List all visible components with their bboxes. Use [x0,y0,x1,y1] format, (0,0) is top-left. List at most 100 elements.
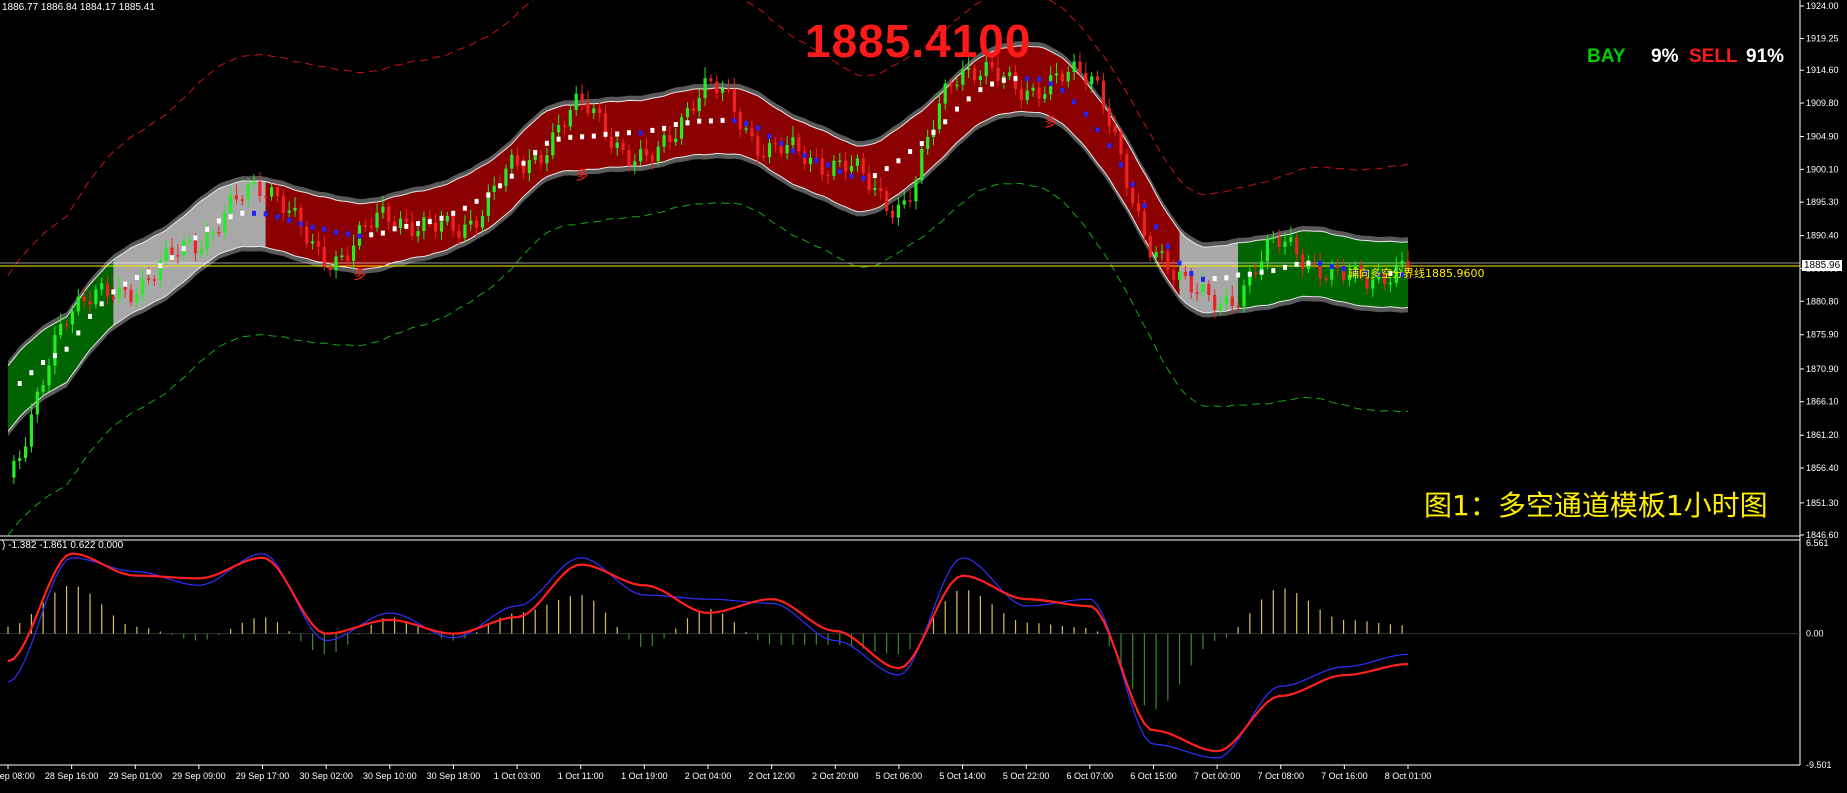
candle [322,246,326,267]
midline-marker [814,158,819,164]
candle [914,180,918,202]
trading-chart[interactable]: 多多多 1924.001919.251914.601909.801904.901… [0,0,1847,793]
candle [340,255,344,257]
candle [469,220,473,225]
macd-line [7,552,1409,753]
midline-marker [451,210,456,216]
midline-marker [1189,271,1194,276]
candle [943,83,947,104]
midline-marker [134,274,139,280]
candle [539,154,543,164]
candle [1072,61,1076,72]
midline-marker [638,130,643,136]
candle [170,247,174,256]
midline-marker [896,158,901,164]
candle [633,161,637,166]
midline-marker [158,263,163,269]
midline-marker [544,140,549,146]
candle [1265,238,1269,262]
midline-marker [521,160,526,166]
candle [188,240,192,242]
y-tick-label: 1919.25 [1806,33,1839,43]
candle [1125,154,1129,188]
candle [422,217,426,231]
midline-marker [275,214,280,220]
x-tick-label: 1 Oct 19:00 [621,771,668,781]
candle [1295,237,1299,255]
candle [844,160,848,172]
midline-marker [216,218,221,224]
midline-marker [603,131,608,137]
candle [978,75,982,80]
midline-marker [673,122,678,127]
x-tick-label: 28 Sep 08:00 [0,771,35,781]
midline-marker [556,136,561,142]
midline-marker [1271,268,1276,274]
midline-marker [1095,127,1100,133]
candle [1213,295,1217,310]
candle [41,385,45,392]
midline-marker [1306,260,1311,266]
current-price-display: 1885.4100 [805,15,1032,67]
candle [709,78,713,82]
candle [451,215,455,231]
candle [164,247,168,261]
candle [820,158,824,175]
midline-marker [1060,87,1065,93]
candle [352,245,356,261]
midline-marker [908,149,913,154]
candle [258,181,262,196]
candle [504,168,508,186]
candle [1107,107,1111,127]
midline-marker [205,226,210,232]
candle [1218,304,1223,311]
candle [35,391,39,415]
candle [1189,275,1193,293]
candle [416,231,420,237]
candle [627,150,631,166]
candle [885,191,889,211]
candle [270,187,274,197]
candle [369,225,373,228]
candle [926,137,930,149]
candle [756,136,760,156]
candle [1154,252,1158,258]
candle [328,266,332,271]
candle [1324,278,1328,280]
x-tick-label: 6 Oct 07:00 [1067,771,1114,781]
midline-marker [1072,99,1077,105]
midline-marker [732,118,737,124]
candle [533,154,537,161]
candle [445,215,449,222]
midline-marker [1119,162,1123,168]
y-tick-label: 1909.80 [1806,98,1839,108]
candle [826,174,830,177]
candle [1095,76,1100,81]
candle [1195,292,1199,294]
midline-marker [76,330,81,336]
candle [88,301,92,305]
midline-marker [779,140,784,146]
candle [580,93,584,102]
candle [773,143,777,145]
time-axis: 28 Sep 08:00 28 Sep 16:00 29 Sep 01:00 29 S… [0,765,1431,781]
candle [70,311,74,325]
sell-label: SELL [1689,46,1738,67]
candle [785,145,789,154]
candle [141,278,145,295]
midline-marker [509,173,514,179]
midline-marker [802,152,807,158]
candle [1312,262,1316,265]
candle [832,160,836,176]
candle [697,98,701,111]
candle [1201,284,1205,293]
candle [76,296,80,312]
midline-marker [357,233,362,239]
candle [176,255,180,257]
midline-marker [41,360,46,365]
midline-marker [697,118,702,124]
midline-marker [1283,264,1287,270]
candle [545,155,549,164]
y-tick-label: 1866.10 [1806,397,1839,407]
candle [1060,73,1064,82]
